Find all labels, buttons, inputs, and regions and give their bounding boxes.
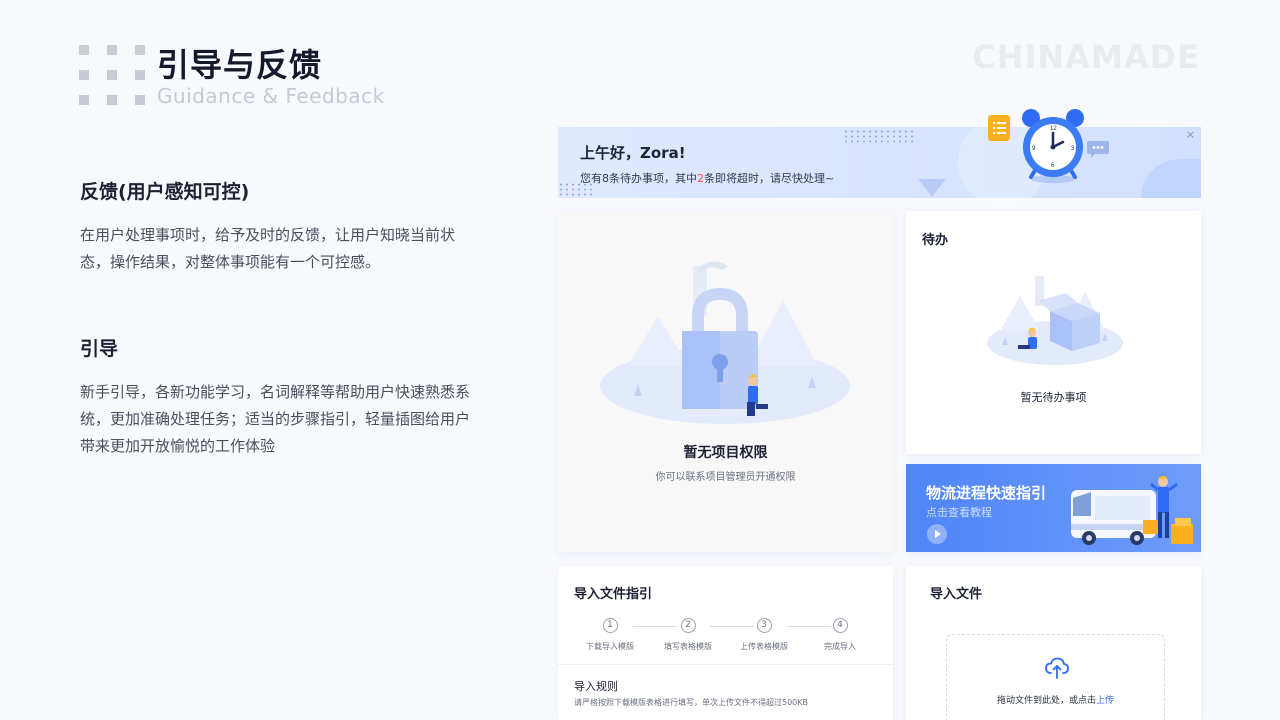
step-4[interactable]: 4 完成导入 <box>805 618 875 652</box>
banner-subtext: 您有8条待办事项，其中2条即将超时，请尽快处理~ <box>580 170 834 186</box>
step-number: 4 <box>832 618 848 633</box>
feedback-body: 在用户处理事项时，给予及时的反馈，让用户知晓当前状态，操作结果，对整体事项能有一… <box>80 226 456 271</box>
feedback-heading: 反馈(用户感知可控) <box>80 181 250 203</box>
banner-decor-dots <box>843 129 913 143</box>
no-permission-title: 暂无项目权限 <box>683 445 768 461</box>
guide-body: 新手引导，各新功能学习，名词解释等帮助用户快速熟悉系统，更加准确处理任务；适当的… <box>80 383 471 455</box>
drop-zone-prefix: 拖动文件到此处，或点击 <box>996 696 1096 706</box>
step-label: 上传表格模版 <box>740 642 788 651</box>
step-label: 完成导入 <box>824 642 856 651</box>
import-rules-desc: 请严格按照下载模版表格进行填写，单次上传文件不得超过500KB <box>574 698 809 707</box>
chat-bubble-icon <box>1087 141 1109 158</box>
alarm-clock-icon: 12 3 6 9 <box>1022 109 1084 183</box>
banner-decor-shape <box>1141 159 1201 198</box>
play-icon[interactable] <box>927 524 947 544</box>
overdue-count: 2 <box>697 172 704 185</box>
import-file-header: 导入文件 <box>930 587 983 602</box>
todo-empty-text: 暂无待办事项 <box>1020 391 1087 404</box>
banner-greeting: 上午好，Zora! <box>580 144 686 162</box>
step-2[interactable]: 2 填写表格模版 <box>653 618 723 652</box>
banner-decor-triangle <box>918 179 946 197</box>
import-steps: 1 下载导入模版 2 填写表格模版 3 上传表格模版 4 完成导入 <box>580 618 880 658</box>
feedback-section: 反馈(用户感知可控) 在用户处理事项时，给予及时的反馈，让用户知晓当前状态，操作… <box>80 177 470 276</box>
grid-logo-icon <box>79 45 145 105</box>
step-label: 下载导入模版 <box>586 642 634 651</box>
brand-watermark: CHINAMADE <box>972 38 1200 76</box>
todo-header: 待办 <box>922 233 949 248</box>
import-guide-card: 导入文件指引 1 下载导入模版 2 填写表格模版 3 上传表格模版 4 完成导入… <box>558 566 893 720</box>
note-icon <box>988 115 1010 141</box>
todo-card: 待办 暂无待办事项 <box>906 211 1201 454</box>
greeting-banner: 上午好，Zora! 您有8条待办事项，其中2条即将超时，请尽快处理~ × 12 … <box>558 109 1201 207</box>
lock-illustration <box>600 261 850 424</box>
cloud-upload-icon <box>1045 657 1069 679</box>
banner-sub-prefix: 您有8条待办事项，其中 <box>580 172 697 185</box>
divider <box>558 664 893 665</box>
close-icon[interactable]: × <box>1186 128 1195 141</box>
step-1[interactable]: 1 下载导入模版 <box>575 618 645 652</box>
logistics-guide-card[interactable]: 物流进程快速指引 点击查看教程 <box>906 464 1201 552</box>
step-label: 填写表格模版 <box>664 642 712 651</box>
page-title: 引导与反馈 <box>157 46 323 84</box>
banner-sub-suffix: 条即将超时，请尽快处理~ <box>704 172 835 185</box>
van-illustration <box>1071 476 1193 545</box>
no-permission-card: 暂无项目权限 你可以联系项目管理员开通权限 <box>558 211 893 552</box>
step-number: 1 <box>602 618 618 633</box>
svg-text:12: 12 <box>1050 126 1057 132</box>
import-guide-header: 导入文件指引 <box>574 587 653 602</box>
box-illustration <box>987 276 1123 365</box>
upload-link[interactable]: 上传 <box>1096 696 1114 706</box>
import-rules-title: 导入规则 <box>574 680 618 693</box>
drop-zone-text: 拖动文件到此处，或点击上传 <box>947 693 1164 706</box>
page-subtitle: Guidance & Feedback <box>157 84 385 108</box>
guide-section: 引导 新手引导，各新功能学习，名词解释等帮助用户快速熟悉系统，更加准确处理任务；… <box>80 334 470 460</box>
import-file-card: 导入文件 拖动文件到此处，或点击上传 <box>906 566 1201 720</box>
guide-heading: 引导 <box>80 338 119 360</box>
step-3[interactable]: 3 上传表格模版 <box>729 618 799 652</box>
step-number: 2 <box>680 618 696 633</box>
file-drop-zone[interactable]: 拖动文件到此处，或点击上传 <box>946 634 1165 720</box>
step-number: 3 <box>756 618 772 633</box>
logistics-title: 物流进程快速指引 <box>926 484 1047 502</box>
no-permission-subtitle: 你可以联系项目管理员开通权限 <box>655 472 796 483</box>
logistics-subtitle: 点击查看教程 <box>926 506 992 519</box>
